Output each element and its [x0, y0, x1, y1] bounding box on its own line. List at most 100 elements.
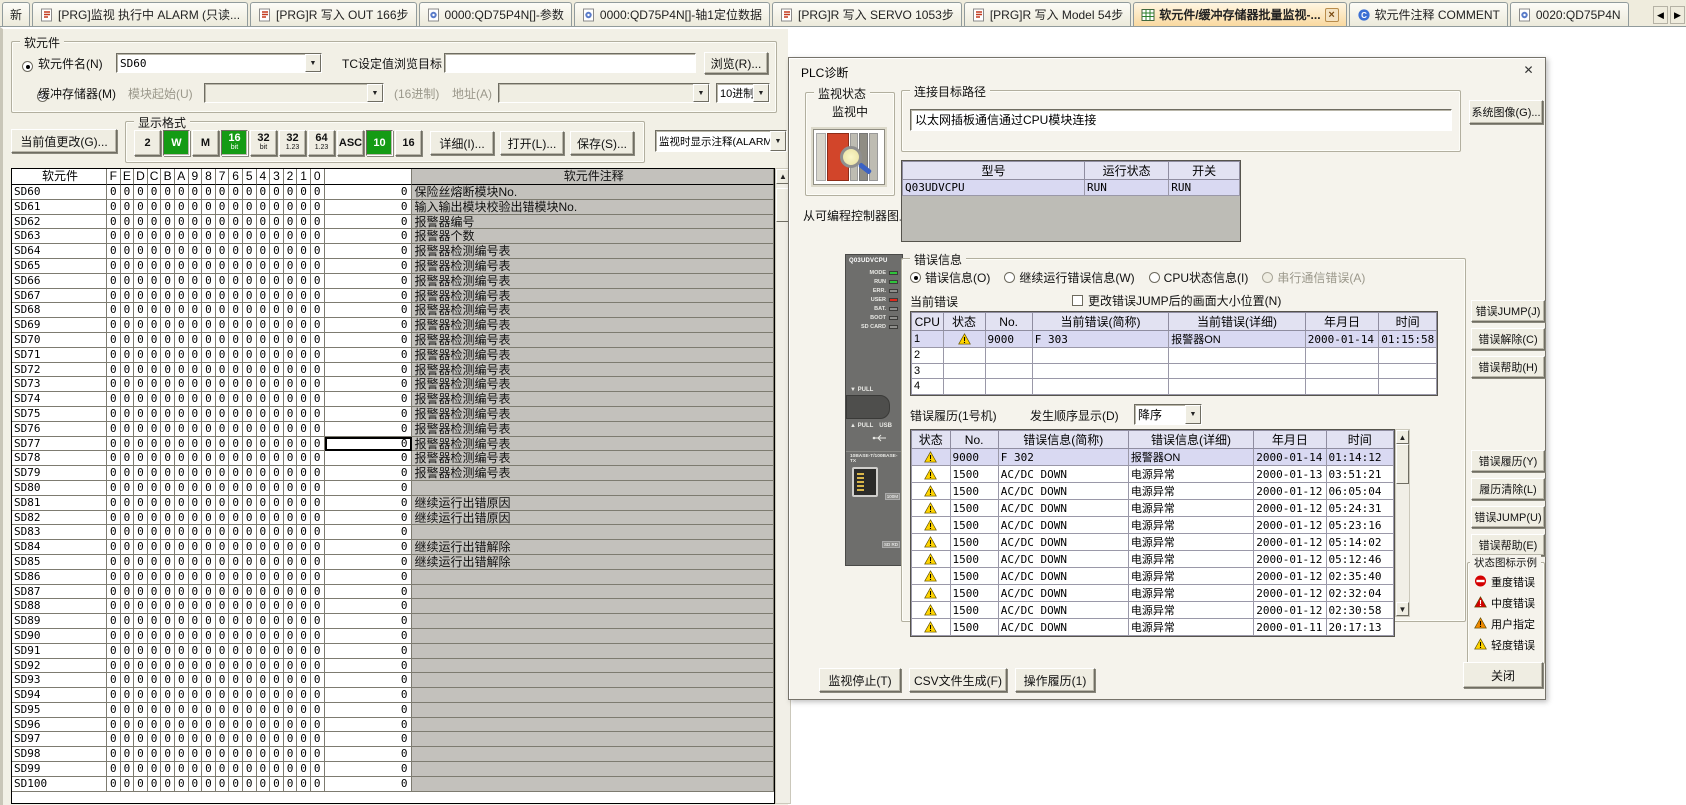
- bit-cell[interactable]: 0: [243, 451, 257, 466]
- bit-cell[interactable]: 0: [189, 363, 203, 378]
- base-combo[interactable]: 10进制 ▼: [716, 83, 770, 103]
- bit-cell[interactable]: 0: [243, 747, 257, 762]
- bit-cell[interactable]: 0: [148, 229, 162, 244]
- bit-cell[interactable]: 0: [216, 185, 230, 200]
- bit-cell[interactable]: 0: [148, 585, 162, 600]
- bit-cell[interactable]: 0: [311, 244, 325, 259]
- bit-cell[interactable]: 0: [202, 407, 216, 422]
- bit-cell[interactable]: 0: [189, 703, 203, 718]
- bit-cell[interactable]: 0: [161, 555, 175, 570]
- bit-cell[interactable]: 0: [297, 570, 311, 585]
- bit-cell[interactable]: 0: [257, 259, 271, 274]
- bit-cell[interactable]: 0: [243, 392, 257, 407]
- bit-cell[interactable]: 0: [161, 318, 175, 333]
- bit-cell[interactable]: 0: [297, 333, 311, 348]
- bit-cell[interactable]: 0: [216, 289, 230, 304]
- bit-cell[interactable]: 0: [175, 718, 189, 733]
- bit-cell[interactable]: 0: [134, 540, 148, 555]
- bit-cell[interactable]: 0: [175, 585, 189, 600]
- bit-cell[interactable]: 0: [161, 688, 175, 703]
- tab-scroll-right-icon[interactable]: ▶: [1670, 6, 1685, 24]
- bit-cell[interactable]: 0: [311, 451, 325, 466]
- bit-cell[interactable]: 0: [107, 762, 121, 777]
- bit-cell[interactable]: 0: [161, 481, 175, 496]
- bit-cell[interactable]: 0: [189, 762, 203, 777]
- bit-cell[interactable]: 0: [297, 481, 311, 496]
- bit-cell[interactable]: 0: [216, 570, 230, 585]
- bit-cell[interactable]: 0: [107, 703, 121, 718]
- bit-cell[interactable]: 0: [284, 688, 298, 703]
- bit-cell[interactable]: 0: [148, 392, 162, 407]
- bit-cell[interactable]: 0: [297, 185, 311, 200]
- bit-cell[interactable]: 0: [229, 614, 243, 629]
- bit-cell[interactable]: 0: [243, 229, 257, 244]
- bit-cell[interactable]: 0: [257, 451, 271, 466]
- bit-cell[interactable]: 0: [107, 215, 121, 230]
- bit-cell[interactable]: 0: [229, 333, 243, 348]
- bit-cell[interactable]: 0: [243, 644, 257, 659]
- bit-cell[interactable]: 0: [270, 777, 284, 792]
- bit-cell[interactable]: 0: [229, 570, 243, 585]
- bit-cell[interactable]: 0: [270, 540, 284, 555]
- bit-cell[interactable]: 0: [257, 525, 271, 540]
- bit-cell[interactable]: 0: [175, 511, 189, 526]
- bit-cell[interactable]: 0: [229, 363, 243, 378]
- bit-cell[interactable]: 0: [229, 525, 243, 540]
- bit-cell[interactable]: 0: [311, 673, 325, 688]
- device-row-sd69[interactable]: SD6900000000000000000报警器检测编号表: [12, 318, 774, 333]
- bit-cell[interactable]: 0: [284, 377, 298, 392]
- bit-cell[interactable]: 0: [189, 659, 203, 674]
- bit-cell[interactable]: 0: [161, 644, 175, 659]
- value-cell[interactable]: 0: [325, 422, 412, 437]
- bit-cell[interactable]: 0: [107, 437, 121, 452]
- bit-cell[interactable]: 0: [229, 732, 243, 747]
- bit-cell[interactable]: 0: [161, 466, 175, 481]
- bit-cell[interactable]: 0: [134, 570, 148, 585]
- device-row-sd72[interactable]: SD7200000000000000000报警器检测编号表: [12, 363, 774, 378]
- bit-cell[interactable]: 0: [202, 215, 216, 230]
- bit-cell[interactable]: 0: [311, 718, 325, 733]
- error-jump-button[interactable]: 错误JUMP(J): [1471, 300, 1545, 322]
- bit-cell[interactable]: 0: [311, 703, 325, 718]
- bit-cell[interactable]: 0: [257, 732, 271, 747]
- bit-cell[interactable]: 0: [134, 377, 148, 392]
- bit-cell[interactable]: 0: [297, 659, 311, 674]
- tab--prg-alarm-[interactable]: [PRG]监视 执行中 ALARM (只读...: [32, 2, 248, 26]
- bit-cell[interactable]: 0: [202, 629, 216, 644]
- bit-cell[interactable]: 0: [243, 703, 257, 718]
- detail-button[interactable]: 详细(I)...: [430, 131, 494, 155]
- bit-cell[interactable]: 0: [284, 777, 298, 792]
- bit-cell[interactable]: 0: [121, 599, 135, 614]
- bit-cell[interactable]: 0: [229, 407, 243, 422]
- bit-cell[interactable]: 0: [257, 718, 271, 733]
- bit-cell[interactable]: 0: [161, 437, 175, 452]
- bit-cell[interactable]: 0: [229, 599, 243, 614]
- bit-cell[interactable]: 0: [161, 629, 175, 644]
- bit-cell[interactable]: 0: [161, 585, 175, 600]
- bit-cell[interactable]: 0: [202, 585, 216, 600]
- bit-cell[interactable]: 0: [311, 659, 325, 674]
- bit-cell[interactable]: 0: [284, 718, 298, 733]
- device-row-sd99[interactable]: SD9900000000000000000: [12, 762, 774, 777]
- bit-cell[interactable]: 0: [161, 451, 175, 466]
- bit-cell[interactable]: 0: [107, 333, 121, 348]
- bit-cell[interactable]: 0: [189, 392, 203, 407]
- device-row-sd76[interactable]: SD7600000000000000000报警器检测编号表: [12, 422, 774, 437]
- device-row-sd98[interactable]: SD9800000000000000000: [12, 747, 774, 762]
- bit-cell[interactable]: 0: [175, 703, 189, 718]
- bit-cell[interactable]: 0: [270, 688, 284, 703]
- bit-cell[interactable]: 0: [243, 555, 257, 570]
- bit-cell[interactable]: 0: [107, 185, 121, 200]
- bit-cell[interactable]: 0: [175, 333, 189, 348]
- bit-cell[interactable]: 0: [270, 481, 284, 496]
- bit-cell[interactable]: 0: [134, 200, 148, 215]
- bit-cell[interactable]: 0: [161, 407, 175, 422]
- bit-cell[interactable]: 0: [121, 303, 135, 318]
- bit-cell[interactable]: 0: [107, 244, 121, 259]
- bit-cell[interactable]: 0: [270, 229, 284, 244]
- value-cell[interactable]: 0: [325, 511, 412, 526]
- bit-cell[interactable]: 0: [270, 585, 284, 600]
- bit-cell[interactable]: 0: [148, 259, 162, 274]
- bit-cell[interactable]: 0: [243, 407, 257, 422]
- bit-cell[interactable]: 0: [297, 318, 311, 333]
